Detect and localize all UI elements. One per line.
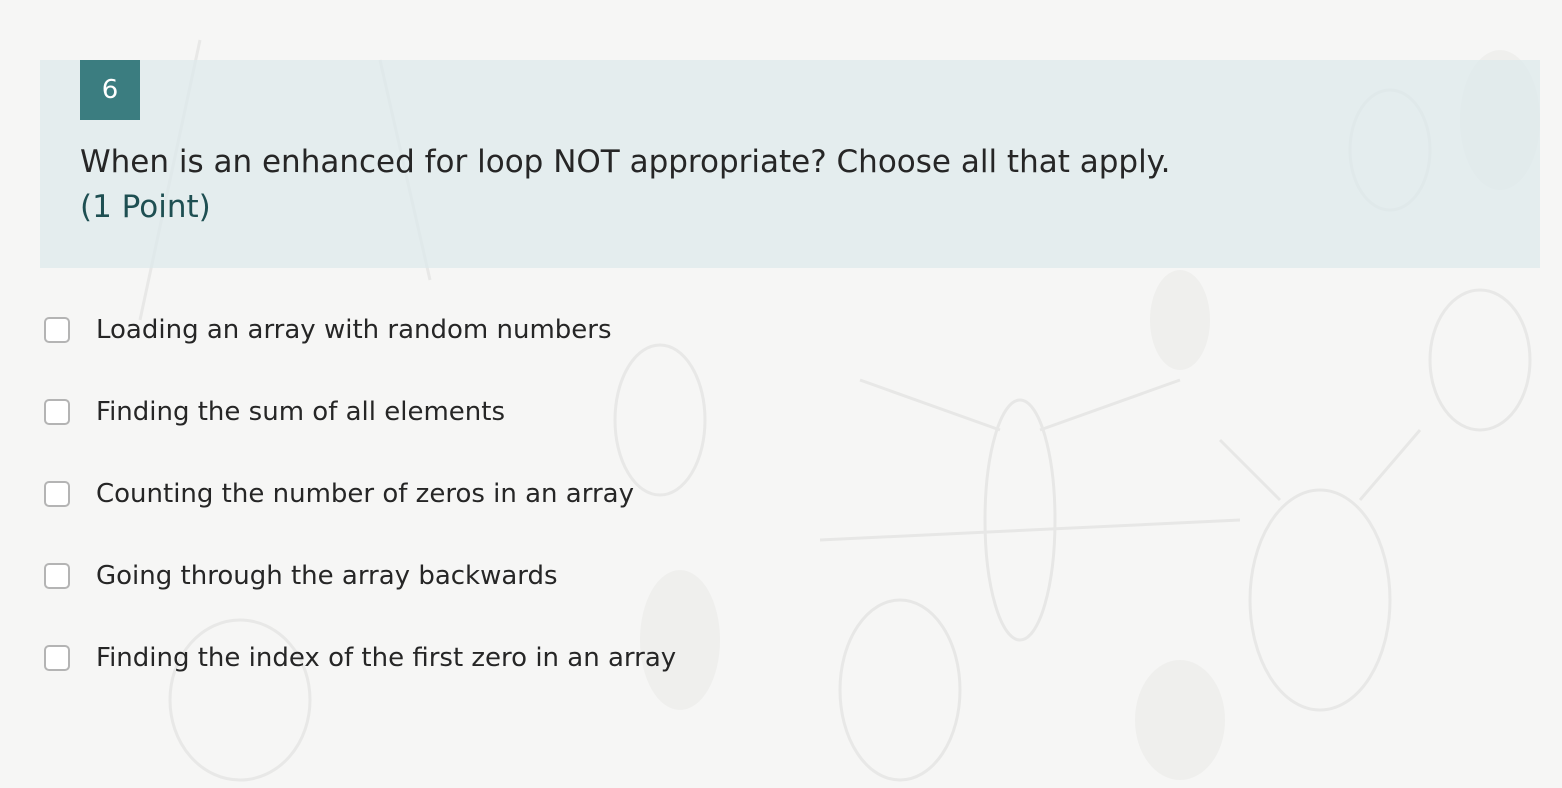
option-label: Going through the array backwards [96, 561, 558, 591]
option-label: Loading an array with random numbers [96, 315, 612, 345]
question-points: (1 Point) [80, 189, 211, 225]
option-first-zero-index[interactable]: Finding the index of the first zero in a… [44, 640, 944, 722]
option-label: Finding the sum of all elements [96, 397, 506, 427]
option-backwards[interactable]: Going through the array backwards [44, 558, 944, 640]
checkbox[interactable] [44, 481, 70, 507]
option-label: Finding the index of the first zero in a… [96, 643, 677, 673]
answer-options-list: Loading an array with random numbers Fin… [44, 312, 944, 722]
checkbox[interactable] [44, 317, 70, 343]
option-label: Counting the number of zeros in an array [96, 479, 634, 509]
question-title: When is an enhanced for loop NOT appropr… [80, 144, 1171, 180]
option-count-zeros[interactable]: Counting the number of zeros in an array [44, 476, 944, 558]
question-number-badge: 6 [80, 60, 140, 120]
checkbox[interactable] [44, 645, 70, 671]
option-sum-elements[interactable]: Finding the sum of all elements [44, 394, 944, 476]
option-loading-array[interactable]: Loading an array with random numbers [44, 312, 944, 394]
question-header: 6 When is an enhanced for loop NOT appro… [40, 60, 1540, 268]
checkbox[interactable] [44, 563, 70, 589]
checkbox[interactable] [44, 399, 70, 425]
